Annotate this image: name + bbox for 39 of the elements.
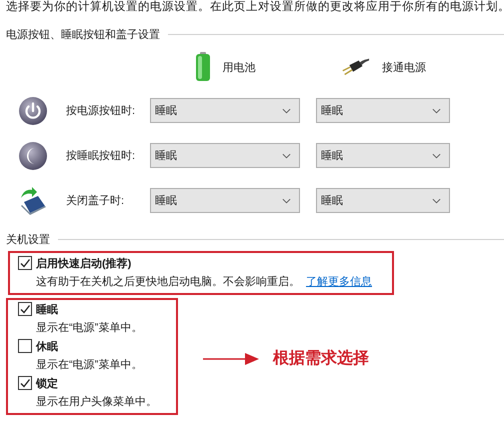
chevron-icon (432, 108, 441, 114)
option-description: 显示在用户头像菜单中。 (36, 394, 157, 409)
dropdown[interactable]: 睡眠 (316, 143, 450, 168)
moon-button-icon (18, 140, 48, 170)
intro-text: 选择要为你的计算机设置的电源设置。在此页上对设置所做的更改将应用于你所有的电源计划。 (5, 0, 504, 14)
dropdown[interactable]: 睡眠 (316, 188, 450, 213)
option-label: 睡眠 (36, 302, 58, 316)
battery-icon (194, 52, 210, 82)
setting-label: 关闭盖子时: (66, 194, 126, 209)
setting-label: 按电源按钮时: (66, 104, 136, 119)
option-description: 显示在“电源”菜单中。 (36, 321, 142, 335)
dropdown[interactable]: 睡眠 (150, 143, 300, 168)
checkbox[interactable] (18, 339, 32, 353)
setting-label: 按睡眠按钮时: (66, 149, 136, 164)
option-label: 休眠 (36, 340, 58, 354)
chevron-icon (282, 152, 291, 158)
section-title: 电源按钮、睡眠按钮和盖子设置 (6, 28, 160, 42)
chevron-icon (432, 152, 441, 158)
option-description: 这有助于在关机之后更快地启动电脑。不会影响重启。 (36, 274, 300, 289)
chevron-icon (432, 198, 441, 204)
dropdown[interactable]: 睡眠 (150, 98, 300, 123)
arrow (203, 352, 259, 364)
column-label: 接通电源 (382, 60, 426, 74)
plug-icon (340, 56, 370, 78)
checkbox[interactable] (18, 302, 32, 316)
column-label: 用电池 (222, 60, 256, 74)
option-label: 启用快速启动(推荐) (36, 256, 132, 270)
annotation-text: 根据需求选择 (273, 348, 369, 369)
learn-more-link[interactable]: 了解更多信息 (306, 274, 372, 289)
option-label: 锁定 (36, 376, 58, 390)
chevron-icon (282, 108, 291, 114)
checkbox[interactable] (18, 256, 32, 270)
dropdown[interactable]: 睡眠 (316, 98, 450, 123)
chevron-icon (282, 198, 291, 204)
checkbox[interactable] (18, 376, 32, 390)
option-description: 显示在“电源”菜单中。 (36, 358, 142, 372)
dropdown[interactable]: 睡眠 (150, 188, 300, 213)
section-title: 关机设置 (6, 232, 50, 246)
power-button-icon (18, 96, 48, 126)
